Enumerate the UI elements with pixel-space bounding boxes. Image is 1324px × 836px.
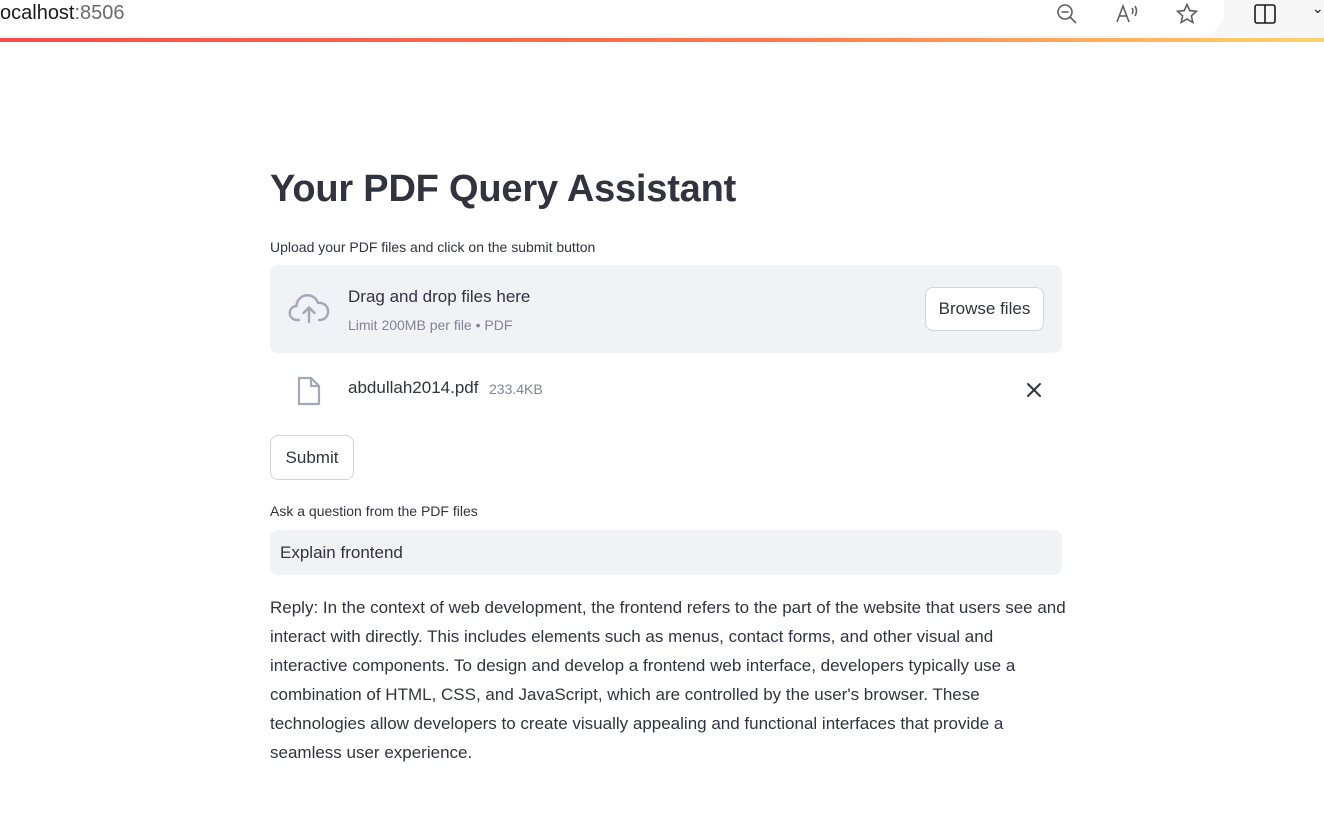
uploaded-file-item: abdullah2014.pdf 233.4KB (270, 370, 1062, 410)
submit-button[interactable]: Submit (270, 435, 354, 480)
question-label: Ask a question from the PDF files (270, 503, 478, 519)
reply-text: Reply: In the context of web development… (270, 598, 1066, 762)
chevron-icon[interactable]: ⌄ (1312, 0, 1324, 28)
upload-label: Upload your PDF files and click on the s… (270, 239, 596, 255)
dropzone-title: Drag and drop files here (348, 287, 531, 306)
question-input[interactable] (270, 530, 1062, 575)
read-aloud-icon[interactable] (1112, 0, 1142, 28)
cloud-upload-icon (288, 294, 330, 324)
favorite-star-icon[interactable] (1172, 0, 1202, 28)
file-dropzone[interactable]: Drag and drop files here Limit 200MB per… (270, 265, 1062, 353)
file-name: abdullah2014.pdf (348, 378, 479, 397)
page-title: Your PDF Query Assistant (270, 168, 737, 210)
url-port: :8506 (74, 2, 125, 24)
browser-toolbar: ocalhost:8506 ⌄ (0, 0, 1324, 40)
app-status-bar (0, 38, 1324, 42)
remove-file-close-icon[interactable] (1022, 378, 1046, 402)
url-host: ocalhost (0, 2, 75, 24)
browse-files-button[interactable]: Browse files (925, 287, 1044, 331)
address-bar[interactable] (0, 0, 1224, 36)
file-size: 233.4KB (489, 381, 543, 397)
split-screen-icon[interactable] (1250, 0, 1280, 28)
zoom-out-icon[interactable] (1052, 0, 1082, 28)
dropzone-limit-text: Limit 200MB per file • PDF (348, 317, 513, 333)
file-icon (297, 376, 321, 406)
url-text[interactable]: ocalhost:8506 (0, 0, 125, 26)
